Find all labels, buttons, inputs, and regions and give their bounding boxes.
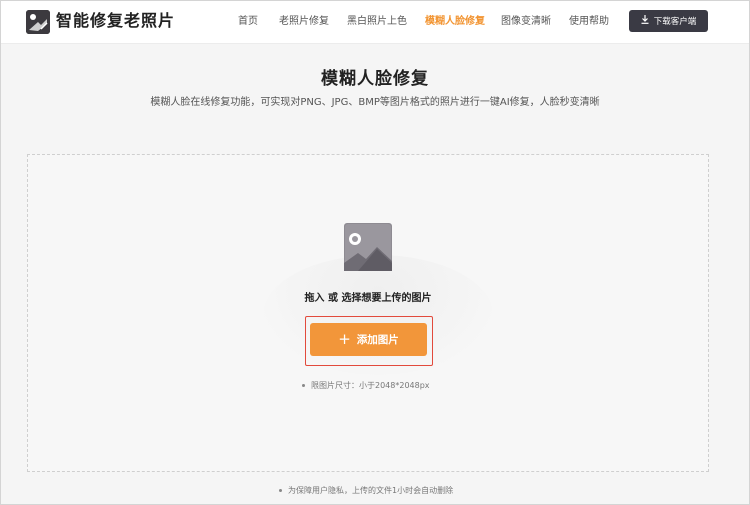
image-placeholder-icon xyxy=(344,223,392,271)
nav-face-repair[interactable]: 模糊人脸修复 xyxy=(425,15,485,29)
download-label: 下载客户端 xyxy=(653,17,697,27)
nav-old-photo-repair[interactable]: 老照片修复 xyxy=(279,15,329,29)
plus-icon: + xyxy=(338,330,351,348)
upload-dropzone[interactable]: 拖入 或 选择想要上传的图片 + 添加图片 限图片尺寸：小于2048*2048p… xyxy=(27,154,709,472)
nav-colorize[interactable]: 黑白照片上色 xyxy=(347,15,407,29)
top-header: 智能修复老照片 首页 老照片修复 黑白照片上色 模糊人脸修复 图像变清晰 使用帮… xyxy=(1,1,749,44)
add-image-button[interactable]: + 添加图片 xyxy=(310,323,427,356)
bullet-dot xyxy=(302,384,305,387)
size-limit-note: 限图片尺寸：小于2048*2048px xyxy=(302,380,430,392)
page-title: 模糊人脸修复 xyxy=(321,69,429,89)
size-limit-text: 限图片尺寸：小于2048*2048px xyxy=(311,381,430,390)
download-client-button[interactable]: 下载客户端 xyxy=(629,10,708,32)
logo-icon[interactable] xyxy=(26,10,50,34)
nav-help[interactable]: 使用帮助 xyxy=(569,15,609,29)
site-title[interactable]: 智能修复老照片 xyxy=(56,10,175,32)
bullet-dot xyxy=(279,489,282,492)
nav-home[interactable]: 首页 xyxy=(238,15,258,29)
upload-prompt: 拖入 或 选择想要上传的图片 xyxy=(304,293,432,304)
privacy-note: 为保障用户隐私，上传的文件1小时会自动删除 xyxy=(279,485,453,497)
add-image-label: 添加图片 xyxy=(356,334,399,346)
app-window: 智能修复老照片 首页 老照片修复 黑白照片上色 模糊人脸修复 图像变清晰 使用帮… xyxy=(0,0,750,505)
download-icon xyxy=(641,15,649,27)
page-subtitle: 模糊人脸在线修复功能，可实现对PNG、JPG、BMP等图片格式的照片进行一键AI… xyxy=(150,97,600,108)
privacy-text: 为保障用户隐私，上传的文件1小时会自动删除 xyxy=(288,486,454,495)
nav-enhance[interactable]: 图像变清晰 xyxy=(501,15,551,29)
